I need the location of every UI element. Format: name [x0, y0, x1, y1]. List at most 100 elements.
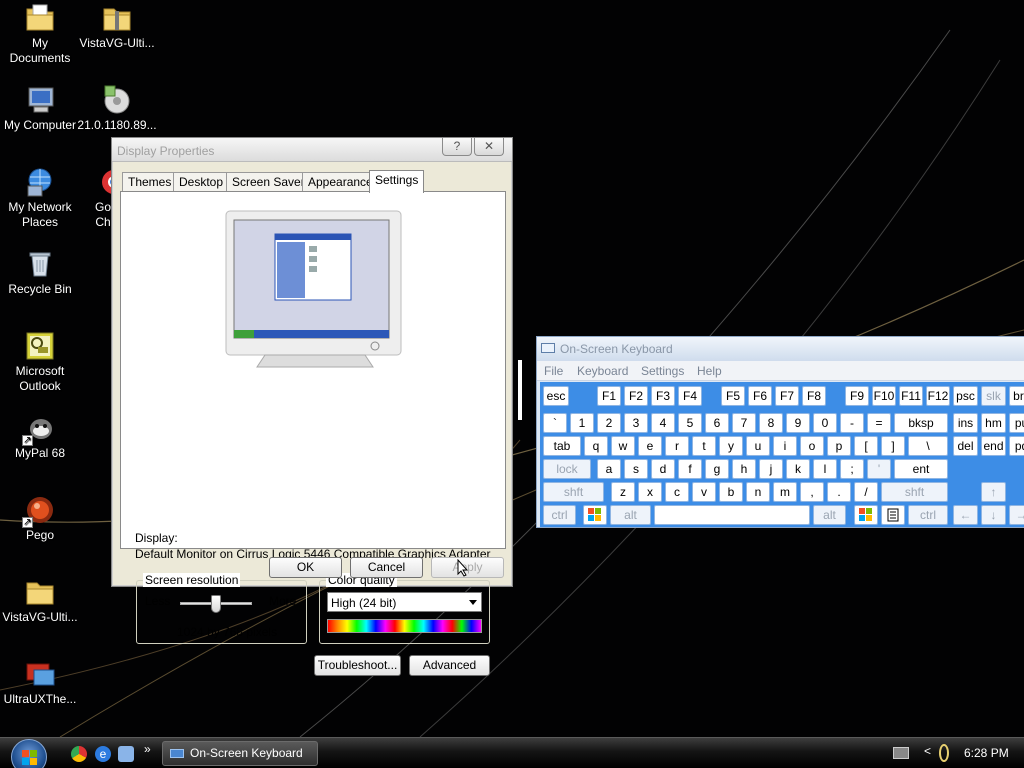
- key-s[interactable]: s: [624, 459, 648, 479]
- tab-appearance[interactable]: Appearance: [302, 172, 379, 192]
- help-button[interactable]: ?: [442, 138, 472, 156]
- key-x8592[interactable]: ←: [953, 505, 978, 525]
- desktop-icon-vistavg-folder[interactable]: VistaVG-Ulti...: [0, 576, 80, 625]
- keyboard-tray-icon[interactable]: [893, 747, 909, 759]
- key-F11[interactable]: F11: [899, 386, 923, 406]
- key-x46[interactable]: .: [827, 482, 851, 502]
- key-F4[interactable]: F4: [678, 386, 702, 406]
- title-bar[interactable]: Display Properties ? ✕: [112, 138, 512, 162]
- key-r[interactable]: r: [665, 436, 689, 456]
- key-brk[interactable]: brk: [1009, 386, 1024, 406]
- tab-themes[interactable]: Themes: [122, 172, 178, 192]
- key-v[interactable]: v: [692, 482, 716, 502]
- key-esc[interactable]: esc: [543, 386, 569, 406]
- tab-screen-saver[interactable]: Screen Saver: [226, 172, 311, 192]
- tray-expand-icon[interactable]: <: [924, 744, 931, 758]
- desktop-icon-mypal[interactable]: MyPal 68: [0, 412, 80, 461]
- key-shft[interactable]: shft: [543, 482, 604, 502]
- advanced-button[interactable]: Advanced: [409, 655, 490, 676]
- start-button[interactable]: [11, 739, 47, 768]
- key-F10[interactable]: F10: [872, 386, 896, 406]
- key-x91[interactable]: [: [854, 436, 878, 456]
- key-8[interactable]: 8: [759, 413, 783, 433]
- desktop-icon-recycle-bin[interactable]: Recycle Bin: [0, 248, 80, 297]
- key-u[interactable]: u: [746, 436, 770, 456]
- osk-title-bar[interactable]: On-Screen Keyboard: [537, 337, 1024, 361]
- key-shft[interactable]: shft: [881, 482, 948, 502]
- desktop-icon-pego[interactable]: Pego: [0, 494, 80, 543]
- key-x8595[interactable]: ↓: [981, 505, 1006, 525]
- key-1[interactable]: 1: [570, 413, 594, 433]
- key-ins[interactable]: ins: [953, 413, 978, 433]
- key-k[interactable]: k: [786, 459, 810, 479]
- desktop-icon-installer[interactable]: 21.0.1180.89...: [77, 84, 157, 133]
- desktop-icon-outlook[interactable]: Microsoft Outlook: [0, 330, 80, 394]
- menu-settings[interactable]: Settings: [641, 364, 684, 378]
- key-9[interactable]: 9: [786, 413, 810, 433]
- key-n[interactable]: n: [746, 482, 770, 502]
- key-x59[interactable]: ;: [840, 459, 864, 479]
- space-key[interactable]: [654, 505, 810, 525]
- key-i[interactable]: i: [773, 436, 797, 456]
- key-ctrl[interactable]: ctrl: [543, 505, 576, 525]
- resolution-slider-thumb[interactable]: [211, 595, 221, 613]
- desktop-icon-network-places[interactable]: My Network Places: [0, 166, 80, 230]
- key-7[interactable]: 7: [732, 413, 756, 433]
- color-quality-select[interactable]: High (24 bit): [327, 592, 482, 612]
- quick-launch-overflow[interactable]: »: [144, 742, 151, 756]
- key-y[interactable]: y: [719, 436, 743, 456]
- key-x44[interactable]: ,: [800, 482, 824, 502]
- key-ent[interactable]: ent: [894, 459, 948, 479]
- key-z[interactable]: z: [611, 482, 635, 502]
- key-pd[interactable]: pd: [1009, 436, 1024, 456]
- key-j[interactable]: j: [759, 459, 783, 479]
- desktop-icon-vistavg-zip[interactable]: VistaVG-Ulti...: [77, 2, 157, 51]
- key-alt[interactable]: alt: [813, 505, 846, 525]
- chrome-icon[interactable]: [71, 746, 87, 762]
- show-desktop-icon[interactable]: [118, 746, 134, 762]
- key-0[interactable]: 0: [813, 413, 837, 433]
- windows-key[interactable]: [854, 505, 878, 525]
- key-slk[interactable]: slk: [981, 386, 1006, 406]
- close-button[interactable]: ✕: [474, 138, 504, 156]
- key-h[interactable]: h: [732, 459, 756, 479]
- key-del[interactable]: del: [953, 436, 978, 456]
- key-c[interactable]: c: [665, 482, 689, 502]
- key-x8594[interactable]: →: [1009, 505, 1024, 525]
- taskbar-button-osk[interactable]: On-Screen Keyboard: [162, 741, 318, 766]
- cancel-button[interactable]: Cancel: [350, 557, 423, 578]
- desktop-icon-ultraux[interactable]: UltraUXThe...: [0, 658, 80, 707]
- key-5[interactable]: 5: [678, 413, 702, 433]
- key-2[interactable]: 2: [597, 413, 621, 433]
- key-f[interactable]: f: [678, 459, 702, 479]
- ok-button[interactable]: OK: [269, 557, 342, 578]
- key-6[interactable]: 6: [705, 413, 729, 433]
- key-x8593[interactable]: ↑: [981, 482, 1006, 502]
- tray-app-icon[interactable]: [939, 744, 949, 762]
- internet-explorer-icon[interactable]: e: [95, 746, 111, 762]
- key-F8[interactable]: F8: [802, 386, 826, 406]
- menu-file[interactable]: File: [544, 364, 563, 378]
- key-a[interactable]: a: [597, 459, 621, 479]
- key-x[interactable]: x: [638, 482, 662, 502]
- key-F3[interactable]: F3: [651, 386, 675, 406]
- key-ctrl[interactable]: ctrl: [908, 505, 948, 525]
- key-g[interactable]: g: [705, 459, 729, 479]
- key-q[interactable]: q: [584, 436, 608, 456]
- desktop-icon-my-documents[interactable]: My Documents: [0, 2, 80, 66]
- key-F12[interactable]: F12: [926, 386, 950, 406]
- key-F6[interactable]: F6: [748, 386, 772, 406]
- key-d[interactable]: d: [651, 459, 675, 479]
- key-x47[interactable]: /: [854, 482, 878, 502]
- key-t[interactable]: t: [692, 436, 716, 456]
- key-m[interactable]: m: [773, 482, 797, 502]
- key-bksp[interactable]: bksp: [894, 413, 948, 433]
- key-x61[interactable]: =: [867, 413, 891, 433]
- tray-clock[interactable]: 6:28 PM: [964, 746, 1009, 760]
- desktop-icon-my-computer[interactable]: My Computer: [0, 84, 80, 133]
- menu-keyboard[interactable]: Keyboard: [577, 364, 628, 378]
- desktop-icon-chrome-partial[interactable]: Go Ch: [82, 166, 112, 230]
- key-tab[interactable]: tab: [543, 436, 581, 456]
- key-b[interactable]: b: [719, 482, 743, 502]
- key-hm[interactable]: hm: [981, 413, 1006, 433]
